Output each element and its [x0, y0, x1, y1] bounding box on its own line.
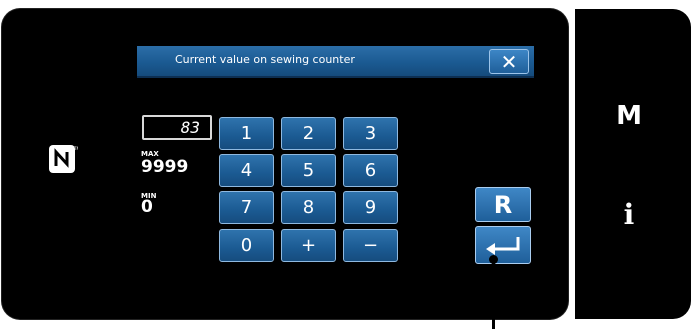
key-0[interactable]: 0 [219, 229, 274, 262]
key-minus[interactable]: − [343, 229, 398, 262]
close-button[interactable]: ✕ [489, 49, 529, 74]
side-panel [575, 9, 691, 319]
enter-icon [486, 237, 520, 255]
min-value: 0 [141, 197, 153, 217]
key-5[interactable]: 5 [281, 154, 336, 187]
key-7[interactable]: 7 [219, 191, 274, 224]
nfc-icon: TM [49, 145, 78, 173]
key-plus[interactable]: + [281, 229, 336, 262]
counter-value-display: 83 [142, 115, 212, 140]
key-6[interactable]: 6 [343, 154, 398, 187]
dialog-titlebar: Current value on sewing counter ✕ [137, 46, 534, 78]
key-3[interactable]: 3 [343, 117, 398, 150]
enter-button[interactable] [475, 226, 531, 264]
mode-key[interactable]: M [614, 101, 644, 131]
key-1[interactable]: 1 [219, 117, 274, 150]
max-value: 9999 [141, 157, 189, 177]
key-8[interactable]: 8 [281, 191, 336, 224]
information-key[interactable]: i [614, 200, 644, 230]
reset-button[interactable]: R [475, 187, 531, 222]
key-4[interactable]: 4 [219, 154, 274, 187]
key-2[interactable]: 2 [281, 117, 336, 150]
svg-text:TM: TM [73, 146, 78, 151]
dialog-title: Current value on sewing counter [175, 53, 355, 66]
close-icon: ✕ [500, 49, 518, 74]
key-9[interactable]: 9 [343, 191, 398, 224]
callout-line [492, 258, 495, 329]
